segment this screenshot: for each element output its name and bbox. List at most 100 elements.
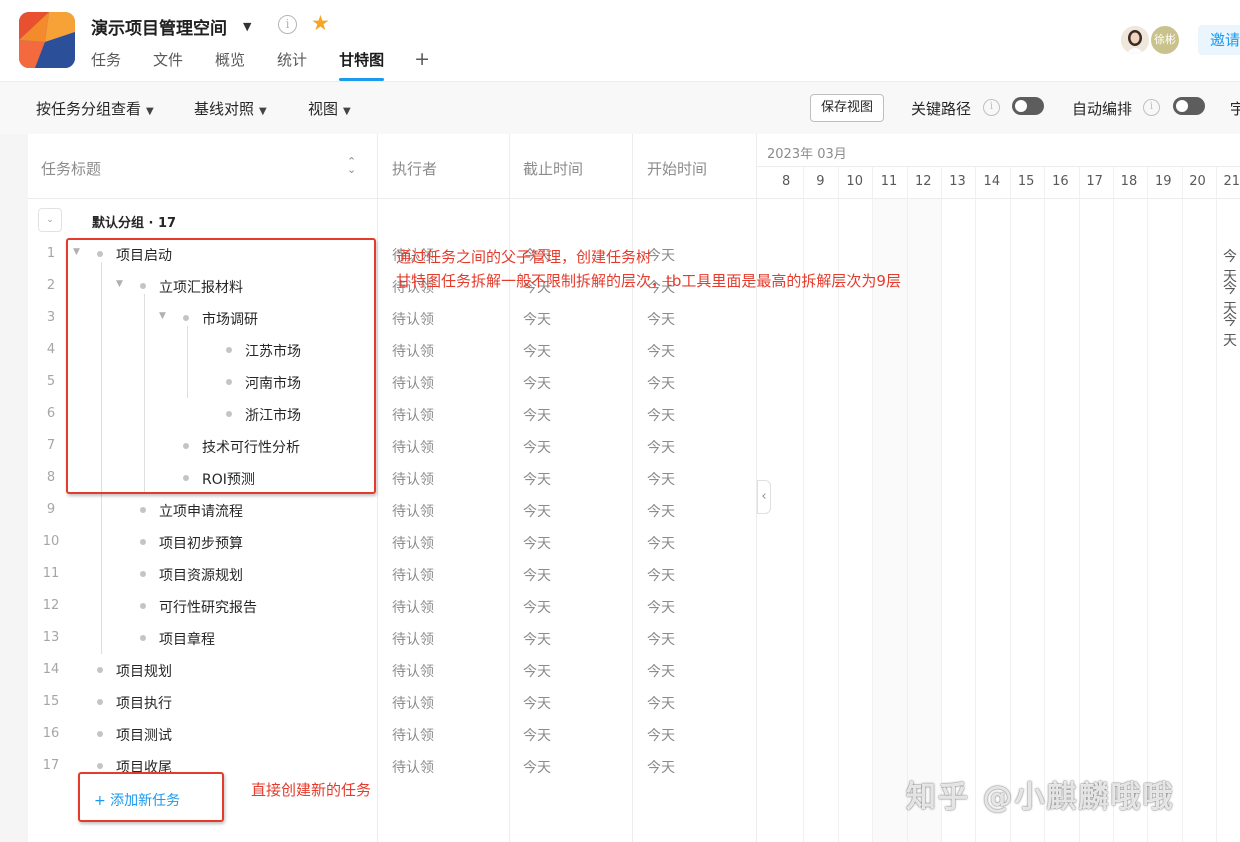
task-title[interactable]: 可行性研究报告 [159, 597, 257, 617]
task-due-date[interactable]: 今天 [523, 661, 551, 681]
chevron-down-icon[interactable]: ⌄ [38, 208, 62, 232]
task-executor[interactable]: 待认领 [392, 533, 434, 553]
task-start-date[interactable]: 今天 [647, 533, 675, 553]
table-row[interactable]: 13 项目章程 待认领 今天 今天 [28, 622, 757, 654]
tab-tasks[interactable]: 任务 [91, 48, 121, 82]
auto-schedule-toggle[interactable] [1173, 97, 1205, 115]
task-start-date[interactable]: 今天 [647, 725, 675, 745]
info-icon[interactable]: i [278, 15, 297, 34]
task-start-date[interactable]: 今天 [647, 661, 675, 681]
task-title[interactable]: 项目规划 [116, 661, 172, 681]
task-due-date[interactable]: 今天 [523, 469, 551, 489]
title-dropdown-icon[interactable]: ▼ [243, 20, 251, 33]
group-by-dropdown[interactable]: 按任务分组查看 ▼ [36, 98, 154, 119]
info-icon[interactable]: i [983, 99, 1000, 116]
task-start-date[interactable]: 今天 [647, 501, 675, 521]
task-start-date[interactable]: 今天 [647, 597, 675, 617]
task-executor[interactable]: 待认领 [392, 757, 434, 777]
task-status-dot[interactable] [140, 539, 146, 545]
task-executor[interactable]: 待认领 [392, 597, 434, 617]
header-start-date[interactable]: 开始时间 [647, 158, 707, 179]
invite-button[interactable]: 邀请 [1198, 25, 1240, 55]
task-start-date[interactable]: 今天 [647, 469, 675, 489]
tab-overview[interactable]: 概览 [215, 48, 245, 82]
task-executor[interactable]: 待认领 [392, 565, 434, 585]
table-row[interactable]: 14 项目规划 待认领 今天 今天 [28, 654, 757, 686]
task-executor[interactable]: 待认领 [392, 725, 434, 745]
task-title[interactable]: 立项申请流程 [159, 501, 243, 521]
task-executor[interactable]: 待认领 [392, 469, 434, 489]
task-due-date[interactable]: 今天 [523, 629, 551, 649]
table-row[interactable]: 15 项目执行 待认领 今天 今天 [28, 686, 757, 718]
toolbar-cut-label[interactable]: 宇 [1230, 98, 1240, 119]
task-start-date[interactable]: 今天 [647, 405, 675, 425]
view-dropdown[interactable]: 视图 ▼ [308, 98, 351, 119]
table-row[interactable]: 11 项目资源规划 待认领 今天 今天 [28, 558, 757, 590]
task-due-date[interactable]: 今天 [523, 757, 551, 777]
task-title[interactable]: 项目初步预算 [159, 533, 243, 553]
star-icon[interactable]: ★ [311, 11, 330, 35]
info-icon[interactable]: i [1143, 99, 1160, 116]
task-start-date[interactable]: 今天 [647, 629, 675, 649]
collapse-all-icon[interactable]: ⌃ ⌄ [347, 156, 356, 175]
task-due-date[interactable]: 今天 [523, 309, 551, 329]
project-title[interactable]: 演示项目管理空间 [91, 14, 227, 39]
task-status-dot[interactable] [97, 731, 103, 737]
task-due-date[interactable]: 今天 [523, 693, 551, 713]
task-executor[interactable]: 待认领 [392, 405, 434, 425]
avatar[interactable]: 徐彬 [1149, 24, 1181, 56]
tab-gantt[interactable]: 甘特图 [339, 48, 385, 82]
baseline-dropdown[interactable]: 基线对照 ▼ [194, 98, 267, 119]
project-logo[interactable] [19, 12, 75, 68]
task-executor[interactable]: 待认领 [392, 501, 434, 521]
task-title[interactable]: 项目执行 [116, 693, 172, 713]
task-start-date[interactable]: 今天 [647, 245, 675, 265]
task-due-date[interactable]: 今天 [523, 725, 551, 745]
task-due-date[interactable]: 今天 [523, 501, 551, 521]
task-start-date[interactable]: 今天 [647, 437, 675, 457]
task-executor[interactable]: 待认领 [392, 341, 434, 361]
task-status-dot[interactable] [97, 763, 103, 769]
critical-path-toggle[interactable] [1012, 97, 1044, 115]
task-start-date[interactable]: 今天 [647, 309, 675, 329]
tab-files[interactable]: 文件 [153, 48, 183, 82]
header-task-title[interactable]: 任务标题 [41, 158, 101, 179]
task-executor[interactable]: 待认领 [392, 437, 434, 457]
collapse-panel-handle[interactable]: ‹ [757, 480, 771, 514]
task-start-date[interactable]: 今天 [647, 693, 675, 713]
task-title[interactable]: 项目测试 [116, 725, 172, 745]
task-executor[interactable]: 待认领 [392, 309, 434, 329]
save-view-button[interactable]: 保存视图 [810, 94, 884, 122]
header-executor[interactable]: 执行者 [392, 158, 437, 179]
task-due-date[interactable]: 今天 [523, 533, 551, 553]
task-due-date[interactable]: 今天 [523, 373, 551, 393]
task-executor[interactable]: 待认领 [392, 629, 434, 649]
task-due-date[interactable]: 今天 [523, 565, 551, 585]
task-due-date[interactable]: 今天 [523, 341, 551, 361]
header-due-date[interactable]: 截止时间 [523, 158, 583, 179]
task-due-date[interactable]: 今天 [523, 437, 551, 457]
add-tab-icon[interactable]: + [414, 48, 430, 82]
task-status-dot[interactable] [140, 635, 146, 641]
task-start-date[interactable]: 今天 [647, 565, 675, 585]
table-row[interactable]: 12 可行性研究报告 待认领 今天 今天 [28, 590, 757, 622]
task-start-date[interactable]: 今天 [647, 341, 675, 361]
table-row[interactable]: 9 立项申请流程 待认领 今天 今天 [28, 494, 757, 526]
task-executor[interactable]: 待认领 [392, 693, 434, 713]
task-start-date[interactable]: 今天 [647, 757, 675, 777]
task-status-dot[interactable] [97, 667, 103, 673]
task-due-date[interactable]: 今天 [523, 405, 551, 425]
gantt-today-marker[interactable]: 今天 [1223, 310, 1240, 350]
task-executor[interactable]: 待认领 [392, 661, 434, 681]
task-status-dot[interactable] [140, 507, 146, 513]
task-title[interactable]: 项目资源规划 [159, 565, 243, 585]
task-status-dot[interactable] [140, 571, 146, 577]
task-status-dot[interactable] [97, 699, 103, 705]
task-title[interactable]: 项目章程 [159, 629, 215, 649]
task-due-date[interactable]: 今天 [523, 597, 551, 617]
table-row[interactable]: 16 项目测试 待认领 今天 今天 [28, 718, 757, 750]
avatar[interactable] [1119, 24, 1151, 56]
task-status-dot[interactable] [140, 603, 146, 609]
task-executor[interactable]: 待认领 [392, 373, 434, 393]
gantt-timeline[interactable]: 2023年 03月 8 9 10 11 12 13 14 15 16 17 18 19 20 21 今天 … [757, 134, 1240, 842]
